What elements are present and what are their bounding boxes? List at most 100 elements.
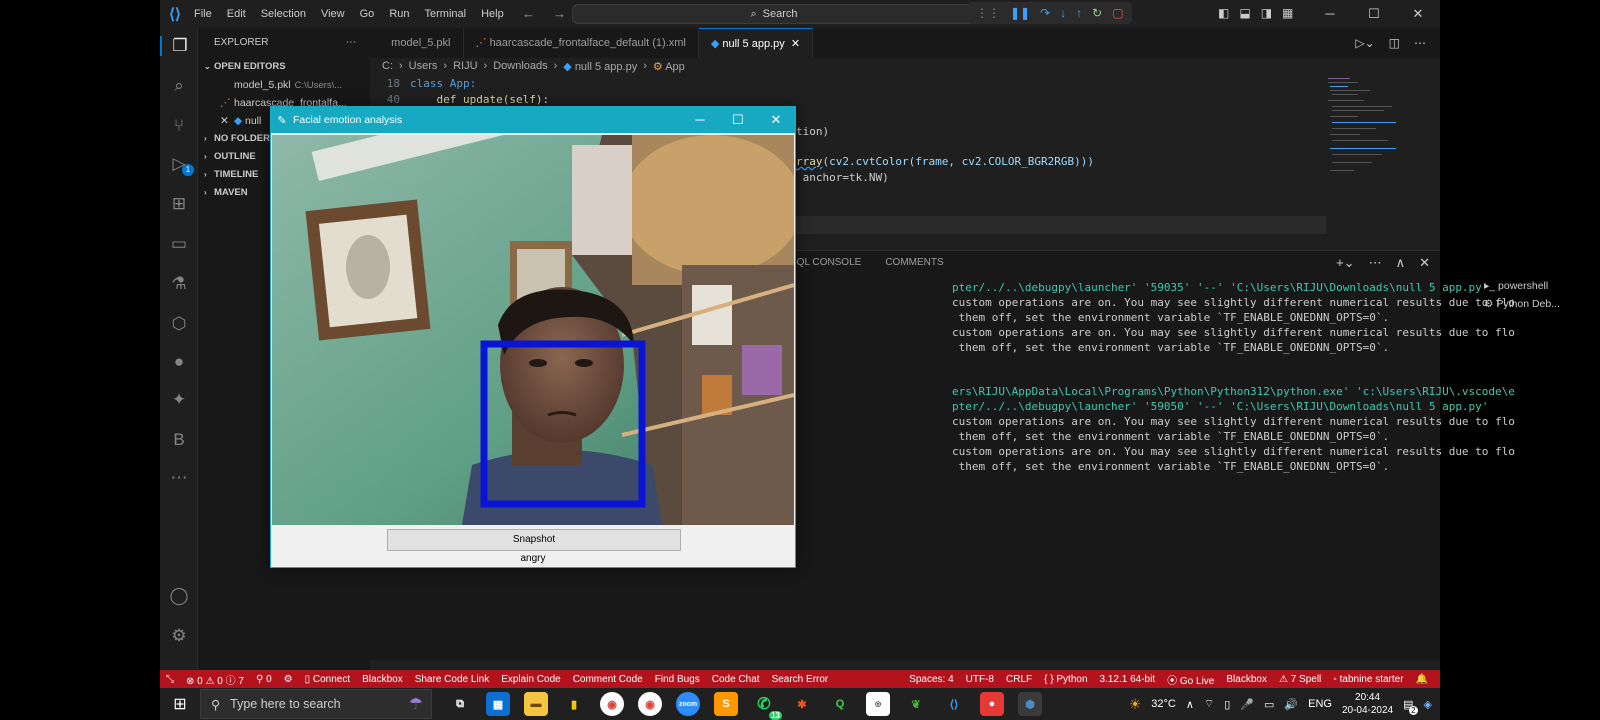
extensions-icon[interactable]: ⊞ [160, 194, 198, 214]
menu-file[interactable]: File [194, 8, 212, 20]
clock[interactable]: 20:44 20-04-2024 [1342, 691, 1393, 717]
tray-expand-icon[interactable]: ∧ [1186, 698, 1194, 711]
terminal-item-python-debug[interactable]: ⚙ Python Deb... [1480, 295, 1600, 313]
forward-arrow-icon[interactable]: → [553, 6, 566, 21]
breadcrumb-item[interactable]: C: [382, 60, 393, 73]
status-blackbox[interactable]: Blackbox [356, 674, 409, 685]
split-editor-icon[interactable]: ◫ [1389, 36, 1400, 50]
close-icon[interactable]: ✕ [1396, 0, 1440, 28]
app-maximize-icon[interactable]: ☐ [719, 107, 757, 133]
status-eol[interactable]: CRLF [1000, 674, 1038, 685]
maximize-icon[interactable]: ☐ [1352, 0, 1396, 28]
remote-icon[interactable]: ⤡ [160, 674, 180, 685]
store-icon[interactable]: ▦ [486, 692, 510, 716]
remote-explorer-icon[interactable]: ▭ [160, 234, 198, 254]
close-editor-icon[interactable]: ✕ [220, 112, 234, 130]
status-language[interactable]: { } Python [1038, 674, 1093, 685]
chrome-profile-icon[interactable]: ◉ [638, 692, 662, 716]
ports-status[interactable]: ⚲ 0 [250, 674, 278, 685]
maximize-panel-icon[interactable]: ∧ [1396, 255, 1406, 271]
copilot-icon[interactable]: ◈ [1424, 698, 1432, 711]
weather-icon[interactable]: ☀ [1129, 696, 1142, 713]
new-terminal-icon[interactable]: +⌄ [1336, 255, 1354, 271]
status-explain-code[interactable]: Explain Code [495, 674, 566, 685]
testing-icon[interactable]: ⚗ [160, 274, 198, 294]
status-go-live[interactable]: ⦿ Go Live [1161, 672, 1220, 687]
phone-link-icon[interactable]: ▯ [1224, 698, 1230, 711]
volume-icon[interactable]: 🔊 [1284, 698, 1298, 711]
status-connect[interactable]: ▯ Connect [299, 674, 357, 685]
run-file-icon[interactable]: ▷⌄ [1355, 36, 1374, 50]
settings-gear-icon[interactable]: ⚙ [160, 626, 198, 646]
breadcrumb-item[interactable]: ⚙ App [653, 60, 685, 73]
qt-icon[interactable]: Q [828, 692, 852, 716]
menu-edit[interactable]: Edit [227, 8, 246, 20]
stop-icon[interactable]: ▢ [1112, 6, 1123, 20]
breadcrumb-item[interactable]: Downloads [493, 60, 547, 73]
task-view-icon[interactable]: ⧉ [448, 692, 472, 716]
app-close-icon[interactable]: ✕ [757, 107, 795, 133]
network-icon[interactable]: ⌔ [1204, 697, 1214, 711]
breadcrumb-item[interactable]: RIJU [453, 60, 477, 73]
notification-center-icon[interactable]: ▤ 2 [1403, 698, 1418, 715]
status-blackbox-right[interactable]: Blackbox [1220, 674, 1273, 685]
zoom-icon[interactable]: zoom [676, 692, 700, 716]
status-comment-code[interactable]: Comment Code [567, 674, 649, 685]
minimize-icon[interactable]: ─ [1308, 0, 1352, 28]
explorer-icon[interactable]: ❐ [160, 36, 198, 56]
open-editors-section[interactable]: ⌄ OPEN EDITORS [198, 58, 370, 76]
account-icon[interactable]: ◯ [160, 586, 198, 606]
tab-haarcascade-xml[interactable]: ⋰ haarcascade_frontalface_default (1).xm… [464, 28, 699, 58]
close-tab-icon[interactable]: ✕ [791, 38, 800, 50]
weather-temp[interactable]: 32°C [1151, 698, 1176, 710]
toggle-panel-icon[interactable]: ⬓ [1239, 6, 1250, 20]
source-control-icon[interactable]: ⑂ [160, 116, 198, 136]
vscode-taskbar-icon[interactable]: ⟨⟩ [942, 692, 966, 716]
mongodb-icon[interactable]: ❦ [904, 692, 928, 716]
explorer-more-icon[interactable]: ⋯ [346, 28, 356, 58]
whatsapp-icon[interactable]: ✆ 13 [752, 692, 782, 720]
customize-layout-icon[interactable]: ▦ [1282, 6, 1293, 20]
menu-go[interactable]: Go [360, 8, 375, 20]
cube-extension-icon[interactable]: ⬡ [160, 314, 198, 334]
breadcrumb-item[interactable]: Users [409, 60, 438, 73]
tab-comments[interactable]: COMMENTS [885, 257, 943, 268]
windows-start-icon[interactable]: ⊞ [160, 694, 200, 714]
language-indicator[interactable]: ENG [1308, 698, 1332, 710]
status-share-code-link[interactable]: Share Code Link [409, 674, 496, 685]
step-into-icon[interactable]: ↓ [1060, 6, 1066, 20]
editor-more-icon[interactable]: ⋯ [1414, 36, 1426, 50]
close-panel-icon[interactable]: ✕ [1419, 255, 1430, 271]
status-tabnine[interactable]: ◦ tabnine starter [1327, 674, 1409, 685]
blackbox-icon[interactable]: B [160, 430, 198, 450]
menu-terminal[interactable]: Terminal [425, 8, 467, 20]
status-interpreter[interactable]: 3.12.1 64-bit [1094, 674, 1162, 685]
restart-icon[interactable]: ↻ [1092, 6, 1102, 20]
python-taskbar-icon[interactable]: ⬢ [1018, 692, 1042, 716]
step-over-icon[interactable]: ↷ [1040, 6, 1050, 20]
command-search[interactable]: ⌕ Search [572, 4, 976, 24]
app-title-bar[interactable]: ✎ Facial emotion analysis ─ ☐ ✕ [271, 107, 795, 133]
status-encoding[interactable]: UTF-8 [960, 674, 1000, 685]
snapshot-button[interactable]: Snapshot [387, 529, 681, 551]
file-explorer-icon[interactable]: ▬ [524, 692, 548, 716]
step-out-icon[interactable]: ↑ [1076, 6, 1082, 20]
search-activity-icon[interactable]: ⌕ [160, 76, 198, 96]
power-bi-icon[interactable]: ▮ [562, 692, 586, 716]
json-extension-icon[interactable]: ● [160, 352, 198, 372]
more-icon[interactable]: ⋯ [160, 468, 198, 488]
tab-sql-console[interactable]: SQL CONSOLE [790, 257, 861, 268]
anaconda-icon[interactable]: ◎ [866, 692, 890, 716]
back-arrow-icon[interactable]: ← [522, 6, 535, 21]
menu-view[interactable]: View [321, 8, 345, 20]
battery-icon[interactable]: ▭ [1264, 698, 1274, 711]
tab-app-py[interactable]: ◆ null 5 app.py ✕ [698, 28, 814, 58]
minimap[interactable] [1324, 76, 1404, 186]
chrome-icon[interactable]: ◉ [600, 692, 624, 716]
debug-status-icon[interactable]: ⚙ [278, 674, 299, 685]
sublime-icon[interactable]: S [714, 692, 738, 716]
taskbar-search[interactable]: ⚲ Type here to search ☂ [200, 689, 432, 719]
menu-help[interactable]: Help [481, 8, 504, 20]
run-debug-icon[interactable]: ▷ 1 [160, 154, 198, 176]
status-search-error[interactable]: Search Error [766, 674, 835, 685]
